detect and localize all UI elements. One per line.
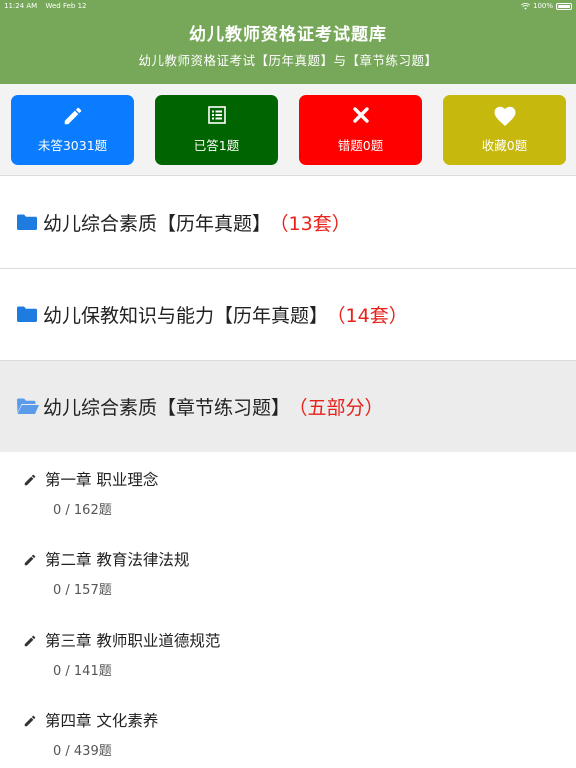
- answered-label: 已答1题: [193, 138, 240, 153]
- chapter-item-4[interactable]: 第四章 文化素养 0 / 439题: [0, 693, 576, 768]
- battery-percent: 100%: [532, 2, 553, 10]
- wrong-button[interactable]: 错题0题: [299, 95, 422, 165]
- section-title: 幼儿综合素质【章节练习题】: [43, 397, 291, 419]
- chapter-title: 第四章 文化素养: [45, 712, 159, 730]
- chapter-progress: 0 / 162题: [53, 503, 112, 518]
- chapter-progress: 0 / 439题: [53, 744, 112, 759]
- favorites-button[interactable]: 收藏0题: [443, 95, 566, 165]
- unanswered-button[interactable]: 未答3031题: [11, 95, 134, 165]
- section-care-education-past-exams[interactable]: 幼儿保教知识与能力【历年真题】 （14套）: [0, 269, 576, 361]
- pencil-icon: [24, 554, 36, 566]
- chapter-progress: 0 / 157题: [53, 583, 112, 598]
- unanswered-label: 未答3031题: [37, 138, 108, 153]
- chapter-item-2[interactable]: 第二章 教育法律法规 0 / 157题: [0, 532, 576, 612]
- pencil-icon: [24, 635, 36, 647]
- chapter-title: 第一章 职业理念: [45, 471, 159, 489]
- section-count: （14套）: [336, 305, 408, 327]
- battery-icon: [556, 2, 572, 10]
- answered-button[interactable]: 已答1题: [155, 95, 278, 165]
- folder-icon: [17, 214, 37, 230]
- pencil-icon: [64, 107, 81, 125]
- status-bar: 11:24 AM Wed Feb 12 100%: [0, 0, 576, 12]
- wrong-label: 错题0题: [337, 138, 384, 153]
- heart-icon: [494, 106, 515, 126]
- section-title: 幼儿综合素质【历年真题】: [43, 213, 272, 235]
- pencil-icon: [24, 474, 36, 486]
- section-comprehensive-chapter-exercises[interactable]: 幼儿综合素质【章节练习题】 （五部分）: [0, 361, 576, 453]
- page-title: 幼儿教师资格证考试题库: [189, 25, 387, 45]
- section-title: 幼儿保教知识与能力【历年真题】: [43, 305, 329, 327]
- app-header: 11:24 AM Wed Feb 12 100% 幼儿教师资格证考试题库 幼儿教…: [0, 0, 576, 84]
- folder-icon: [17, 306, 37, 322]
- chapter-progress: 0 / 141题: [53, 664, 112, 679]
- chapter-title: 第三章 教师职业道德规范: [45, 632, 221, 650]
- stats-bar: 未答3031题 已答1题 错题0题 收藏0题: [0, 84, 576, 176]
- favorites-label: 收藏0题: [481, 138, 528, 153]
- chapter-item-1[interactable]: 第一章 职业理念 0 / 162题: [0, 452, 576, 532]
- status-date: Wed Feb 12: [45, 2, 87, 10]
- section-count: （五部分）: [298, 397, 384, 419]
- folder-open-icon: [17, 398, 39, 414]
- chapter-item-3[interactable]: 第三章 教师职业道德规范 0 / 141题: [0, 613, 576, 693]
- status-time: 11:24 AM: [4, 2, 38, 10]
- wifi-icon: [520, 2, 530, 10]
- list-icon: [207, 106, 226, 124]
- chapter-title: 第二章 教育法律法规: [45, 551, 190, 569]
- section-comprehensive-past-exams[interactable]: 幼儿综合素质【历年真题】 （13套）: [0, 177, 576, 269]
- close-icon: [352, 107, 369, 123]
- pencil-icon: [24, 715, 36, 727]
- page-subtitle: 幼儿教师资格证考试【历年真题】与【章节练习题】: [138, 53, 438, 68]
- section-count: （13套）: [279, 213, 351, 235]
